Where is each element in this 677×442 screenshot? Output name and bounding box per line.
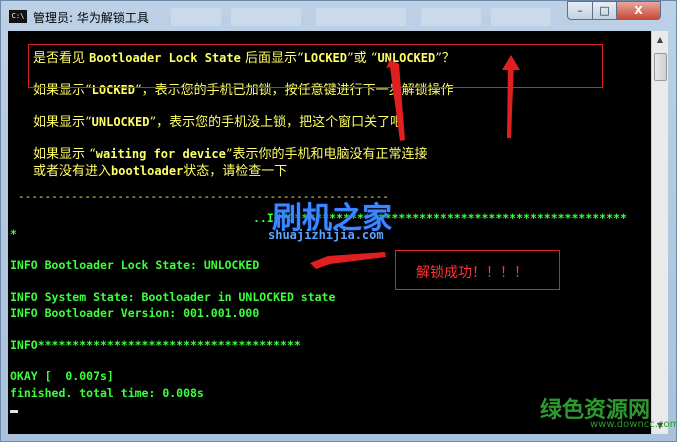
instruction-line-3: 如果显示“UNLOCKED”，表示您的手机没上锁，把这个窗口关了吧 <box>33 111 403 130</box>
close-button[interactable]: X <box>616 1 661 20</box>
success-text: 解锁成功！！！！ <box>416 265 528 281</box>
maximize-button[interactable]: □ <box>592 1 617 20</box>
log-bootloader-version: INFO Bootloader Version: 001.001.000 <box>10 306 260 320</box>
ghost-tab <box>421 8 481 26</box>
log-finished: finished. total time: 0.008s <box>10 386 204 400</box>
log-okay: OKAY [ 0.007s] <box>10 369 114 383</box>
log-star: * <box>10 227 17 241</box>
code-segment: bootloader <box>111 164 184 178</box>
title-bar[interactable]: C:\ 管理员: 华为解锁工具 – □ X <box>1 1 677 31</box>
code-segment: UNLOCKED <box>91 115 150 129</box>
log-lock-state: INFO Bootloader Lock State: UNLOCKED <box>10 258 260 272</box>
text-segment: 或者没有进入 <box>33 164 112 179</box>
log-system-state: INFO System State: Bootloader in UNLOCKE… <box>10 290 336 304</box>
window-title: 管理员: 华为解锁工具 <box>33 11 149 25</box>
brand-watermark-url: www.downcc.com <box>590 419 677 430</box>
scroll-thumb[interactable] <box>654 53 667 81</box>
minimize-button[interactable]: – <box>567 1 593 20</box>
text-segment: 状态，请检查一下 <box>183 164 288 179</box>
log-info-star-line-2: INFO************************************… <box>10 338 301 352</box>
watermark-site-url: shuajizhijia.com <box>268 228 384 242</box>
text-segment: 如果显示“ <box>33 115 92 130</box>
vertical-scrollbar[interactable]: ▲ ▼ <box>651 31 668 434</box>
background-taskbar-ghost <box>171 8 561 26</box>
console-icon[interactable]: C:\ <box>8 9 28 24</box>
ghost-tab <box>171 8 221 26</box>
text-cursor <box>10 410 18 413</box>
ghost-tab <box>491 8 551 26</box>
text-segment: ”，表示您的手机没上锁，把这个窗口关了吧 <box>149 115 404 130</box>
ghost-tab <box>316 8 406 26</box>
success-callout: 解锁成功！！！！ <box>395 250 560 290</box>
code-segment: waiting for device <box>95 147 226 161</box>
ghost-tab <box>231 8 301 26</box>
highlight-box <box>28 44 603 88</box>
instruction-line-5: 或者没有进入bootloader状态，请检查一下 <box>33 160 287 179</box>
scroll-up-arrow-icon[interactable]: ▲ <box>652 31 668 48</box>
